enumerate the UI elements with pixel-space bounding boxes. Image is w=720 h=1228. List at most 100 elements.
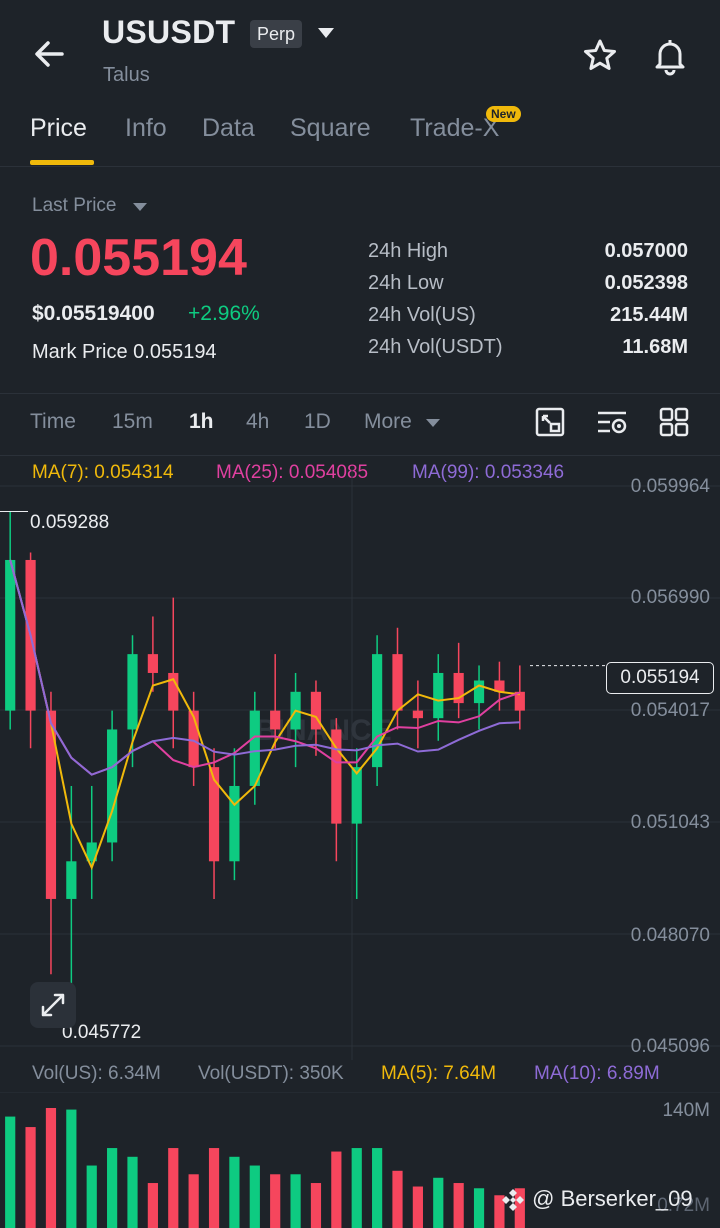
price-change: +2.96%: [188, 302, 260, 325]
current-price-tag: 0.055194: [606, 662, 714, 694]
volume-bar: [86, 1165, 97, 1228]
volume-bar: [372, 1148, 383, 1228]
timeframe-4h[interactable]: 4h: [246, 410, 269, 434]
tab-data[interactable]: Data: [202, 114, 255, 143]
candle-body: [351, 767, 362, 824]
timeframe-15m[interactable]: 15m: [112, 410, 153, 434]
volume-bar: [392, 1170, 403, 1228]
new-badge: New: [486, 106, 521, 122]
price-axis-label: 0.051043: [630, 812, 710, 833]
alert-button[interactable]: [650, 36, 690, 76]
back-button[interactable]: [30, 36, 70, 72]
volume-bar: [270, 1174, 281, 1228]
volume-bar: [127, 1156, 138, 1228]
vol-us-label: Vol(US): 6.34M: [32, 1063, 161, 1084]
credit-text: @ Berserker_09: [532, 1186, 693, 1211]
last-price-label[interactable]: Last Price: [32, 195, 116, 217]
candle-body: [270, 710, 281, 730]
divider: [0, 455, 720, 456]
symbol-subtitle: Talus: [103, 64, 150, 86]
mark-price-label: Mark Price: [32, 341, 128, 363]
volume-bar: [412, 1186, 423, 1228]
volume-bar: [5, 1116, 16, 1228]
stat-label: 24h Vol(USDT): [368, 336, 503, 358]
chevron-down-icon[interactable]: [318, 28, 334, 38]
stat-value: 0.052398: [604, 272, 688, 294]
candle-body: [372, 654, 383, 768]
stat-label: 24h High: [368, 240, 449, 262]
active-tab-indicator: [30, 160, 94, 165]
stat-label: 24h Vol(US): [368, 304, 476, 326]
stat-value: 0.057000: [604, 240, 688, 262]
indicator-settings-icon: [598, 411, 627, 434]
candlestick-chart[interactable]: BINANCE: [0, 470, 720, 1060]
candle-body: [412, 710, 423, 719]
tab-square[interactable]: Square: [290, 114, 371, 143]
mark-price-value: 0.055194: [133, 341, 217, 363]
timeframe-1d[interactable]: 1D: [304, 410, 331, 434]
volume-bar: [168, 1148, 179, 1228]
fullscreen-button[interactable]: [30, 982, 76, 1028]
tab-info[interactable]: Info: [125, 114, 167, 143]
candle-body: [127, 654, 138, 730]
timeframe-1h[interactable]: 1h: [189, 410, 214, 434]
stat-label: 24h Low: [368, 272, 444, 294]
grid-layout-icon: [659, 407, 689, 437]
expand-arrows-icon: [41, 993, 65, 1017]
candle-body: [392, 654, 403, 711]
volume-bar: [433, 1177, 444, 1228]
candle-body: [229, 785, 240, 862]
volume-bar: [310, 1183, 322, 1228]
tab-trade-x[interactable]: Trade-X: [410, 114, 499, 143]
candle-body: [5, 559, 16, 711]
price-axis-label: 0.048070: [630, 925, 710, 946]
volume-bar: [351, 1148, 362, 1228]
volume-bar: [249, 1165, 260, 1228]
price-axis-label: 0.054017: [630, 700, 710, 721]
timeframe-more[interactable]: More: [364, 410, 412, 434]
favorite-button[interactable]: [580, 36, 620, 76]
candle-body: [147, 654, 158, 673]
volume-bar: [107, 1148, 118, 1228]
high-marker: 0.059288: [30, 512, 110, 533]
candle-body: [433, 672, 444, 719]
vol-ma10-label: MA(10): 6.89M: [534, 1063, 660, 1084]
price-axis-label: 0.056990: [630, 587, 710, 608]
binance-logo-icon: [502, 1189, 524, 1212]
volume-bar: [290, 1174, 301, 1228]
indicator-settings-button[interactable]: [596, 406, 628, 438]
volume-bar: [229, 1156, 240, 1228]
volume-bar: [473, 1188, 485, 1228]
mark-price: Mark Price 0.055194: [32, 341, 217, 364]
chart-expand-icon: [535, 407, 565, 437]
tab-price[interactable]: Price: [30, 114, 87, 143]
symbol-title[interactable]: USUSDT: [102, 14, 235, 51]
volume-bar: [45, 1108, 57, 1228]
volume-bar: [66, 1109, 77, 1228]
candle-body: [473, 680, 485, 704]
usd-price: $0.05519400: [32, 302, 155, 325]
volume-bar: [453, 1183, 464, 1228]
stat-value: 215.44M: [610, 304, 688, 326]
candle-body: [107, 729, 118, 843]
bell-icon: [655, 40, 685, 76]
chevron-down-icon[interactable]: [426, 419, 440, 427]
volume-bar: [188, 1174, 199, 1228]
candle-body: [66, 861, 77, 899]
price-axis-label: 0.045096: [630, 1036, 710, 1057]
timeframe-time[interactable]: Time: [30, 410, 76, 434]
grid-layout-button[interactable]: [658, 406, 690, 438]
divider: [0, 393, 720, 394]
volume-bar: [208, 1148, 220, 1228]
chart-expand-button[interactable]: [534, 406, 566, 438]
candle-body: [249, 710, 260, 786]
user-credit: @ Berserker_09: [500, 1186, 693, 1213]
volume-bar: [147, 1183, 158, 1228]
back-arrow-icon: [35, 41, 64, 67]
price-axis-label: 0.059964: [630, 476, 710, 497]
chevron-down-icon[interactable]: [133, 203, 147, 211]
volume-bar: [25, 1127, 36, 1228]
stat-value: 11.68M: [622, 336, 688, 358]
main-tabs: Price Info Data Square Trade-X New: [0, 106, 720, 167]
star-icon: [584, 39, 616, 70]
